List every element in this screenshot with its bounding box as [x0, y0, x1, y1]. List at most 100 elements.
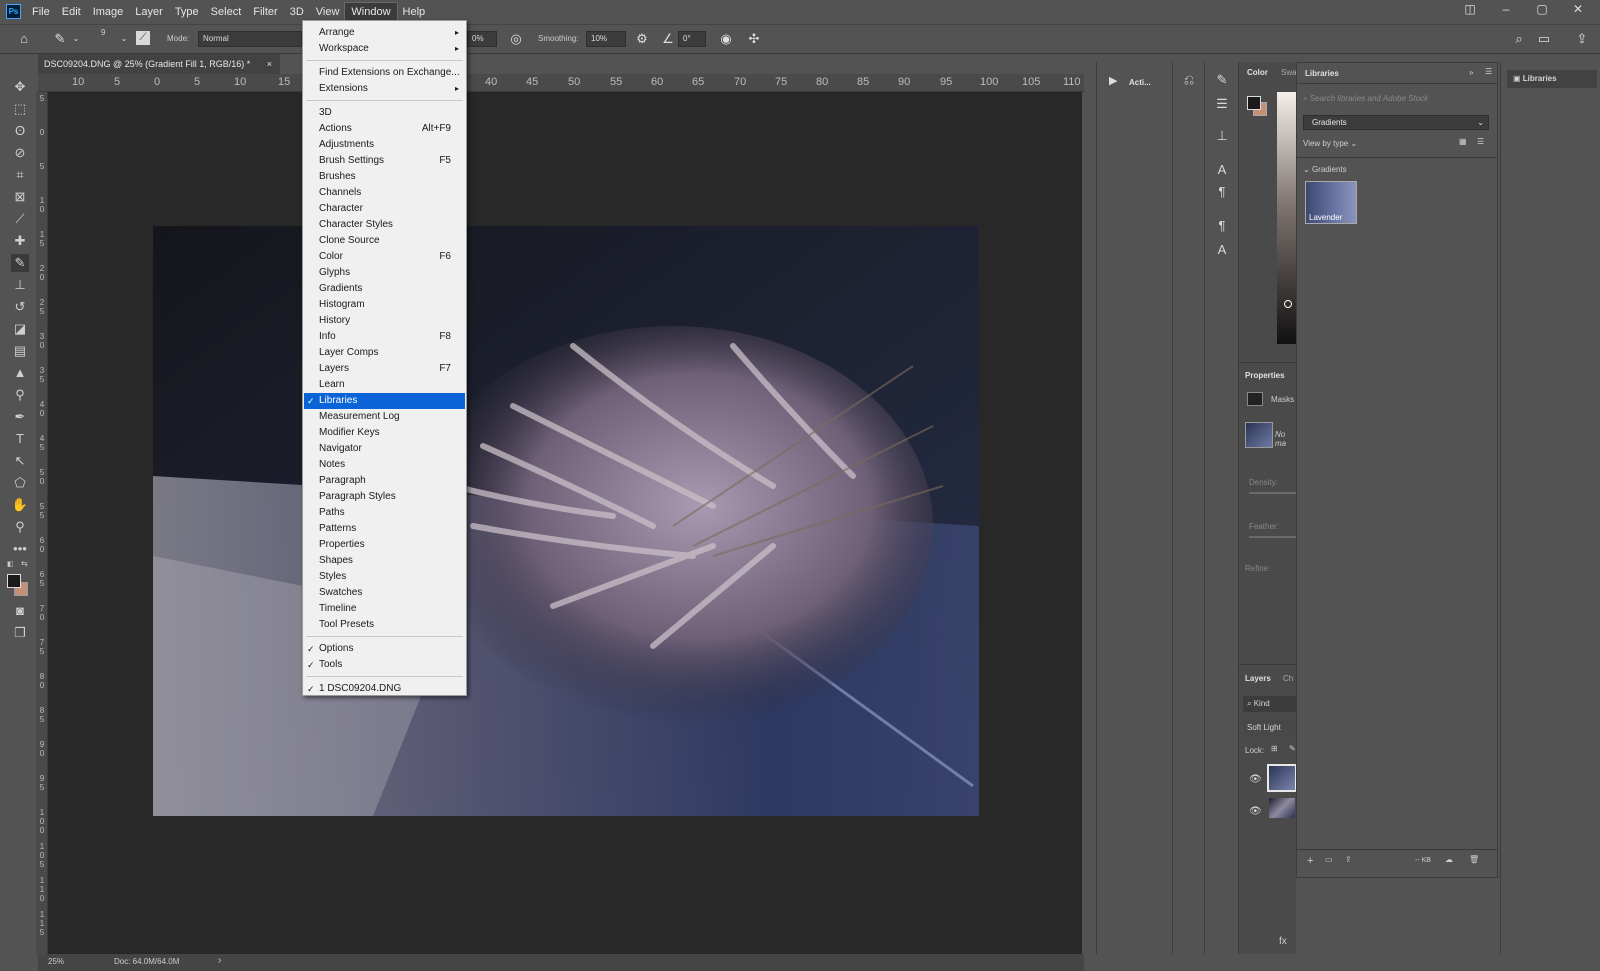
window-menu-item[interactable]: Tool Presets [304, 617, 465, 633]
history-brush-tool-icon[interactable]: ↺ [11, 298, 29, 316]
status-menu-arrow[interactable]: › [218, 955, 221, 966]
opacity-field[interactable]: 0% [467, 31, 497, 47]
gradient-layer-thumbnail[interactable] [1267, 764, 1297, 792]
window-menu-item[interactable]: ✓ Options [304, 641, 465, 657]
paragraph-icon[interactable]: ¶ [1212, 182, 1232, 202]
pressure-opacity-icon[interactable]: ◎ [508, 31, 524, 47]
more-tools-icon[interactable]: ••• [11, 540, 29, 558]
menu-image[interactable]: Image [87, 3, 130, 21]
menu-edit[interactable]: Edit [56, 3, 87, 21]
libraries-collapsed-tab[interactable]: ▣ Libraries [1507, 70, 1597, 88]
angle-field[interactable]: 0° [678, 31, 706, 47]
minimize-icon[interactable]: – [1498, 2, 1514, 16]
marquee-tool-icon[interactable]: ⬚ [11, 100, 29, 118]
cloud-icon[interactable]: ☁ [1445, 855, 1453, 864]
list-view-icon[interactable]: ☰ [1477, 137, 1484, 146]
window-menu-item[interactable]: Navigator [304, 441, 465, 457]
quick-select-tool-icon[interactable]: ⊘ [11, 144, 29, 162]
zoom-level[interactable]: 25% [48, 957, 64, 966]
library-select[interactable]: Gradients ⌄ [1303, 115, 1489, 130]
menu-file[interactable]: File [26, 3, 56, 21]
menu-select[interactable]: Select [205, 3, 248, 21]
pressure-size-icon[interactable]: ◉ [718, 31, 734, 47]
window-menu-item[interactable]: Swatches [304, 585, 465, 601]
window-menu-item[interactable]: Info F8 [304, 329, 465, 345]
window-menu-item[interactable]: History [304, 313, 465, 329]
character-styles-icon[interactable]: A [1212, 240, 1232, 260]
share-icon[interactable]: ⇪ [1574, 31, 1590, 47]
zoom-tool-icon[interactable]: ⚲ [11, 518, 29, 536]
smoothing-field[interactable]: 10% [586, 31, 626, 47]
document-tab[interactable]: DSC09204.DNG @ 25% (Gradient Fill 1, RGB… [38, 54, 280, 74]
window-menu-item[interactable]: Properties [304, 537, 465, 553]
healing-brush-tool-icon[interactable]: ✚ [11, 232, 29, 250]
feather-slider[interactable] [1249, 536, 1297, 538]
upload-icon[interactable]: ⇪ [1345, 855, 1352, 864]
eraser-tool-icon[interactable]: ◪ [11, 320, 29, 338]
window-menu-item[interactable]: Actions Alt+F9 [304, 121, 465, 137]
gradient-fill-thumbnail[interactable] [1245, 422, 1273, 448]
move-tool-icon[interactable]: ✥ [11, 78, 29, 96]
clone-source-icon[interactable]: ⊥ [1212, 126, 1232, 146]
add-element-icon[interactable]: + [1307, 855, 1313, 867]
gradients-section-header[interactable]: ⌄ Gradients [1303, 165, 1347, 174]
hand-tool-icon[interactable]: ✋ [11, 496, 29, 514]
pen-tool-icon[interactable]: ✒ [11, 408, 29, 426]
search-icon[interactable]: ⌕ [1511, 31, 1527, 47]
menu-type[interactable]: Type [169, 3, 205, 21]
menu-filter[interactable]: Filter [247, 3, 283, 21]
visibility-eye-icon[interactable]: 👁 [1249, 806, 1262, 817]
library-search-input[interactable]: ⌕ Search libraries and Adobe Stock [1303, 91, 1489, 107]
history-icon[interactable]: ⎌ [1179, 70, 1199, 90]
layers-panel-tab[interactable]: Layers [1245, 674, 1271, 683]
trash-icon[interactable]: 🗑 [1469, 855, 1479, 864]
photo-layer-thumbnail[interactable] [1269, 798, 1295, 818]
window-menu-item[interactable]: Measurement Log [304, 409, 465, 425]
document-image[interactable] [153, 226, 979, 816]
close-icon[interactable]: ✕ [1570, 2, 1586, 16]
window-menu-item[interactable]: Histogram [304, 297, 465, 313]
window-menu-item[interactable]: Find Extensions on Exchange... [304, 65, 465, 81]
window-menu-item[interactable]: Patterns [304, 521, 465, 537]
home-icon[interactable]: ⌂ [16, 31, 32, 47]
color-picker-handle[interactable] [1284, 300, 1292, 308]
screen-mode-icon[interactable]: ❐ [11, 624, 29, 642]
window-menu-item[interactable]: Character Styles [304, 217, 465, 233]
photoshop-logo-icon[interactable]: Ps [6, 4, 21, 19]
panel-menu-icon[interactable]: ☰ [1485, 67, 1492, 76]
window-menu-item[interactable]: Styles [304, 569, 465, 585]
window-menu-item[interactable]: Clone Source [304, 233, 465, 249]
menu-help[interactable]: Help [397, 3, 432, 21]
channels-panel-tab[interactable]: Ch [1283, 674, 1293, 683]
window-menu-item[interactable]: Modifier Keys [304, 425, 465, 441]
window-menu-item[interactable]: Glyphs [304, 265, 465, 281]
window-menu-item[interactable]: Character [304, 201, 465, 217]
brush-size-value[interactable]: 9 [101, 28, 105, 37]
window-menu-item[interactable]: ✓ Libraries [304, 393, 465, 409]
menu-layer[interactable]: Layer [129, 3, 169, 21]
dodge-tool-icon[interactable]: ⚲ [11, 386, 29, 404]
window-menu-item[interactable]: Arrange ▸ [304, 25, 465, 41]
chevron-down-icon[interactable]: ⌄ [68, 31, 84, 47]
type-tool-icon[interactable]: T [11, 430, 29, 448]
color-fg-swatch[interactable] [1247, 96, 1261, 110]
adjustments-icon[interactable]: ☰ [1212, 94, 1232, 114]
character-icon[interactable]: A [1212, 160, 1232, 180]
lavender-gradient-swatch[interactable]: Lavender [1305, 181, 1357, 224]
brush-settings-icon[interactable]: ✎ [1212, 70, 1232, 90]
color-panel-tab[interactable]: Color [1247, 68, 1268, 77]
frame-tool-icon[interactable]: ⊠ [11, 188, 29, 206]
chevron-down-icon[interactable]: ⌄ [116, 31, 132, 47]
window-menu-item[interactable]: Color F6 [304, 249, 465, 265]
collapse-icon[interactable]: » [1469, 68, 1473, 77]
foreground-color-swatch[interactable] [7, 574, 21, 588]
window-menu-item[interactable]: ✓ Tools [304, 657, 465, 673]
blend-mode-select[interactable]: Soft Light [1243, 720, 1297, 736]
lock-paint-icon[interactable]: ✎ [1289, 744, 1296, 753]
menu-view[interactable]: View [310, 3, 346, 21]
window-menu-item[interactable]: Workspace ▸ [304, 41, 465, 57]
window-menu-item[interactable]: ✓ 1 DSC09204.DNG [304, 681, 465, 697]
window-menu-item[interactable]: Timeline [304, 601, 465, 617]
window-menu-item[interactable]: Learn [304, 377, 465, 393]
folder-icon[interactable]: ▭ [1325, 855, 1333, 864]
